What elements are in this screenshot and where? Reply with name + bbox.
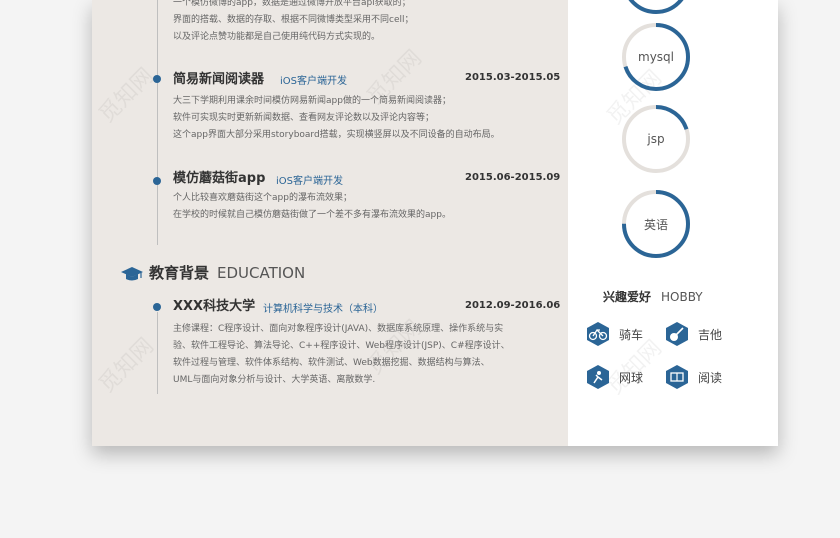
project-description: 一个模仿微博的app，数据是通过微博开放平台api获取的； 界面的搭载、数据的存… (173, 0, 414, 42)
project-title: 简易新闻阅读器 (173, 72, 265, 87)
project-title: 模仿蘑菇街app (173, 171, 266, 186)
section-title-en: EDUCATION (217, 263, 306, 282)
hobby-label: 阅读 (698, 370, 723, 385)
section-title-cn: 兴趣爱好 (603, 290, 652, 304)
timeline-dot (153, 177, 161, 185)
section-title-cn: 教育背景 (149, 264, 210, 282)
skill-ring: mysql (621, 22, 691, 92)
hobby-item: 网球 (585, 364, 643, 390)
education-date: 2012.09-2016.06 (465, 300, 561, 311)
book-icon (666, 365, 688, 389)
project-description: 大三下学期利用课余时间模仿网易新闻app做的一个简易新闻阅读器； 软件可实现实时… (173, 96, 500, 140)
hobby-item: 吉他 (664, 321, 722, 347)
skill-label: mysql (638, 50, 674, 64)
education-description: 主修课程：C程序设计、面向对象程序设计(JAVA)、数据库系统原理、操作系统与实… (173, 324, 510, 385)
hobby-item: 骑车 (585, 321, 643, 347)
timeline-dot (153, 75, 161, 83)
hobby-label: 网球 (619, 370, 644, 385)
skill-label: 英语 (643, 217, 668, 232)
skill-ring: 英语 (621, 189, 691, 259)
project-role: iOS客户端开发 (276, 176, 343, 187)
hobby-label: 骑车 (619, 327, 644, 342)
skill-label (621, 0, 691, 15)
school-name: XXX科技大学 (173, 299, 256, 314)
hobby-item: 阅读 (664, 364, 722, 390)
guitar-icon (666, 322, 688, 346)
project-date: 2015.03-2015.05 (465, 72, 561, 83)
major: 计算机科学与技术（本科） (263, 304, 383, 315)
skill-label: jsp (647, 132, 665, 146)
project-description: 个人比较喜欢蘑菇街这个app的瀑布流效果； 在学校的时候就自己模仿蘑菇街做了一个… (173, 193, 451, 220)
skill-ring: jsp (621, 104, 691, 174)
education-section-title: 教育背景 EDUCATION (121, 262, 305, 283)
hobby-label: 吉他 (698, 327, 723, 342)
hobby-section-title: 兴趣爱好 HOBBY (603, 288, 703, 305)
graduation-cap-icon (121, 266, 143, 280)
skill-ring (621, 0, 691, 15)
project-role: iOS客户端开发 (280, 76, 347, 87)
timeline-line (157, 0, 158, 245)
section-title-en: HOBBY (661, 290, 703, 304)
timeline-dot (153, 303, 161, 311)
project-date: 2015.06-2015.09 (465, 172, 561, 183)
timeline-line (157, 312, 158, 394)
bicycle-icon (587, 322, 609, 346)
tennis-icon (587, 365, 609, 389)
